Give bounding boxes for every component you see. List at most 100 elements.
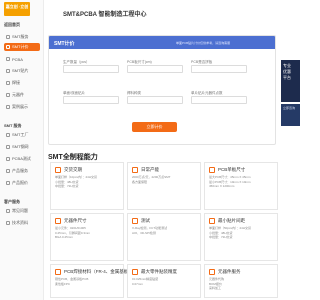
factory-icon	[6, 133, 10, 137]
card-line: AOI、3D-SPI检测	[132, 230, 156, 235]
spacing-icon	[209, 218, 215, 224]
material-icon	[55, 269, 61, 275]
card-line: 来料加工	[209, 286, 222, 290]
side-select[interactable]	[63, 96, 119, 104]
capability-card: PCB单板尺寸 最大PCB尺寸：45mm X 45mm 最小PCB尺寸：10mm…	[204, 162, 278, 210]
solder-icon	[6, 81, 10, 85]
sidebar-item-label: SMT工厂	[12, 132, 29, 137]
sidebar-item-pcba[interactable]: PCBA	[4, 55, 40, 63]
sidebar-item-product-quote[interactable]: 产品报价	[4, 179, 40, 187]
card-line: 450mm X 1200mm	[209, 184, 235, 188]
placement-icon	[6, 69, 10, 73]
sidebar-item-smt-factory[interactable]: SMT工厂	[4, 131, 40, 139]
sidebar-section-smt: SMT 服务	[4, 123, 22, 128]
calculator-icon	[6, 45, 10, 49]
sidebar-item-label: SMT贴片	[12, 68, 29, 73]
ruler-icon	[209, 167, 215, 173]
capability-card: 元器件服务 元器件代购 BOM报价 来料加工	[204, 264, 278, 298]
capability-card: 最大零件贴装精度 ±0.025mm精度贴装 0.07mm	[127, 264, 201, 298]
sidebar-section-support: 客户服务	[4, 199, 20, 204]
solder-type-field: 焊料种类	[127, 91, 183, 104]
test-icon	[6, 157, 10, 161]
sidebar-item-docs[interactable]: 技术资料	[4, 219, 40, 227]
sidebar-item-cases[interactable]: 案例展示	[4, 103, 40, 111]
sidebar-item-soldering[interactable]: 焊接	[4, 79, 40, 87]
test-icon	[132, 218, 138, 224]
capability-card: 交货交期 单面打样（10pcs内）：24H交货 小批量：48H交货 中批量：72…	[50, 162, 124, 210]
promo-banner[interactable]: 专业 优惠 平台	[281, 60, 300, 102]
brand-logo[interactable]: 嘉立创 ·立创	[4, 2, 30, 16]
card-line: 中批量：72H交货	[209, 235, 233, 239]
sidebar-item-smt-pricing[interactable]: SMT计价	[4, 43, 40, 51]
promo-consult[interactable]: 立即咨询	[281, 104, 300, 126]
card-title: 测试	[141, 218, 150, 223]
sidebar-item-label: PCBA	[12, 56, 23, 62]
card-line: 各方面保障	[132, 179, 148, 184]
board-size-field: PCB板尺寸(cm)	[127, 60, 183, 73]
card-title: PCB焊接材料（FR-4、金属基板）	[64, 269, 133, 274]
sidebar-item-smt-service[interactable]: SMT服务	[4, 33, 40, 41]
stencil-icon	[6, 145, 10, 149]
sidebar-item-product-service[interactable]: 产品服务	[4, 167, 40, 175]
board-icon	[6, 57, 10, 61]
sidebar-item-faq[interactable]: 常见问题	[4, 207, 40, 215]
sidebar: 嘉立创 ·立创 返回首页 SMT服务 SMT计价 PCBA SMT贴片 焊接 元…	[0, 0, 44, 300]
sidebar-item-label: 技术资料	[12, 220, 28, 225]
quote-icon	[6, 181, 10, 185]
card-line: 中批量：72H交货	[55, 184, 79, 188]
sidebar-item-pcba-test[interactable]: PCBA测试	[4, 155, 40, 163]
component-count-field: 单片贴片元器件点数	[191, 91, 247, 104]
card-line: BGA 0.25mm	[55, 235, 73, 239]
chip-icon	[6, 35, 10, 39]
capability-card: 测试 X-Ray检测，FCT功能测试 AOI、3D-SPI检测	[127, 213, 201, 261]
component-icon	[6, 93, 10, 97]
sidebar-item-label: 案例展示	[12, 104, 28, 109]
question-icon	[6, 209, 10, 213]
sidebar-section-home[interactable]: 返回首页	[4, 22, 20, 28]
site-title: SMT&PCBA 智能制造工程中心	[63, 12, 147, 18]
capability-card: 最小贴片间距 单面打样（50pcs内）：24H交货 小批量：48H交货 中批量：…	[204, 213, 278, 261]
card-title: 元器件尺寸	[64, 218, 87, 223]
card-title: 元器件服务	[218, 269, 241, 274]
clock-icon	[55, 167, 61, 173]
factory-icon	[132, 167, 138, 173]
component-icon	[209, 269, 215, 275]
chip-icon	[55, 218, 61, 224]
calculator-title: SMT计价	[54, 41, 75, 47]
quantity-input[interactable]	[63, 65, 119, 73]
sidebar-item-label: 常见问题	[12, 208, 28, 213]
component-count-input[interactable]	[191, 96, 247, 104]
sidebar-item-smt-placement[interactable]: SMT贴片	[4, 67, 40, 75]
capability-card: PCB焊接材料（FR-4、金属基板） 刚性PCB、金属基板PCB 柔性板FPC	[50, 264, 133, 298]
precision-icon	[132, 269, 138, 275]
sidebar-item-label: SMT钢网	[12, 144, 29, 149]
capability-title: SMT全制程能力	[48, 154, 98, 161]
calculator-note: 单面PCB贴片计价仅供参考，请咨询客服	[176, 41, 231, 45]
quantity-field: 生产数量（pcs）	[63, 60, 119, 73]
sidebar-item-label: SMT计价	[12, 44, 29, 49]
card-title: PCB单板尺寸	[218, 167, 246, 172]
sidebar-item-label: PCBA测试	[12, 156, 31, 161]
calculator-header: SMT计价 单面PCB贴片计价仅供参考，请咨询客服	[49, 36, 275, 49]
panelize-field: PCB是否拼板	[191, 60, 247, 73]
sidebar-item-label: SMT服务	[12, 34, 29, 39]
card-line: 0.07mm	[132, 281, 143, 286]
board-size-input[interactable]	[127, 65, 183, 73]
gallery-icon	[6, 105, 10, 109]
card-line: 柔性板FPC	[55, 281, 71, 286]
card-title: 交货交期	[64, 167, 82, 172]
document-icon	[6, 221, 10, 225]
capability-card: 日常产能 2000万点/天，2200万点SMT 各方面保障	[127, 162, 201, 210]
sidebar-item-label: 元器件	[12, 92, 24, 97]
sidebar-item-components[interactable]: 元器件	[4, 91, 40, 99]
promo-line: 平台	[283, 75, 291, 80]
solder-type-select[interactable]	[127, 96, 183, 104]
side-field: 单面/双面贴片	[63, 91, 119, 104]
box-icon	[6, 169, 10, 173]
sidebar-item-label: 产品报价	[12, 180, 28, 185]
calculate-button[interactable]: 立即计价	[132, 122, 177, 132]
card-title: 最小贴片间距	[218, 218, 245, 223]
panelize-select[interactable]	[191, 65, 247, 73]
sidebar-item-label: 焊接	[12, 80, 20, 85]
sidebar-item-stencil[interactable]: SMT钢网	[4, 143, 40, 151]
